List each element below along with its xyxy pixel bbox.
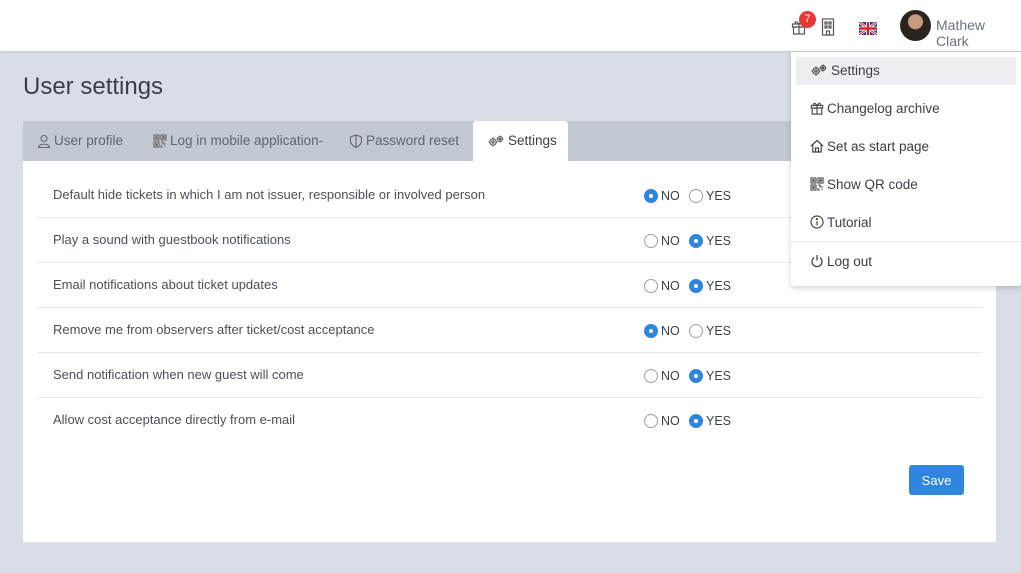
avatar[interactable] xyxy=(900,10,931,41)
user-icon xyxy=(37,134,51,149)
setting-label: Play a sound with guestbook notification… xyxy=(53,232,291,247)
top-bar: 7 Mathew Clark xyxy=(0,0,1021,52)
radio-button[interactable] xyxy=(689,234,703,248)
radio-yes-label: YES xyxy=(706,414,732,428)
menu-item-qr-code[interactable]: Show QR code xyxy=(796,171,1016,199)
radio-yes[interactable]: YES xyxy=(689,234,731,248)
radio-button[interactable] xyxy=(689,189,703,203)
tab-label: User profile xyxy=(54,133,124,148)
home-icon xyxy=(810,139,824,153)
tab-label: Password reset xyxy=(366,133,460,148)
radio-no[interactable]: NO xyxy=(644,369,680,383)
radio-button[interactable] xyxy=(644,369,658,383)
power-icon xyxy=(811,255,823,268)
setting-label: Email notifications about ticket updates xyxy=(53,277,278,292)
tab-user-profile[interactable]: User profile xyxy=(23,121,123,161)
setting-label: Allow cost acceptance directly from e-ma… xyxy=(53,412,296,427)
radio-no[interactable]: NO xyxy=(644,279,680,293)
menu-item-label: Log out xyxy=(827,254,873,269)
tab-settings[interactable]: Settings xyxy=(473,121,568,161)
menu-divider xyxy=(791,241,1021,242)
info-icon xyxy=(810,215,824,229)
setting-label: Send notification when new guest will co… xyxy=(53,367,304,382)
radio-yes[interactable]: YES xyxy=(689,324,731,338)
radio-button[interactable] xyxy=(644,189,658,203)
radio-yes-label: YES xyxy=(706,234,732,248)
radio-yes[interactable]: YES xyxy=(689,279,731,293)
radio-yes-label: YES xyxy=(706,279,732,293)
radio-button[interactable] xyxy=(644,414,658,428)
radio-no-label: NO xyxy=(661,279,680,293)
user-menu: Settings Changelog archive Set as start … xyxy=(791,52,1021,286)
save-button[interactable]: Save xyxy=(909,465,964,495)
radio-button[interactable] xyxy=(644,324,658,338)
radio-button[interactable] xyxy=(689,414,703,428)
radio-no[interactable]: NO xyxy=(644,234,680,248)
radio-button[interactable] xyxy=(689,369,703,383)
menu-item-label: Set as start page xyxy=(827,139,930,154)
radio-button[interactable] xyxy=(689,324,703,338)
uk-flag-icon[interactable] xyxy=(858,20,878,37)
tab-label: Log in mobile application- xyxy=(170,133,324,148)
radio-no-label: NO xyxy=(661,189,680,203)
setting-row: Allow cost acceptance directly from e-ma… xyxy=(37,398,982,443)
radio-yes-label: YES xyxy=(706,369,732,383)
page-title: User settings xyxy=(23,73,164,100)
gift-icon xyxy=(810,102,824,115)
menu-item-changelog[interactable]: Changelog archive xyxy=(796,95,1016,123)
gears-icon xyxy=(488,135,504,147)
menu-item-label: Changelog archive xyxy=(827,101,940,116)
radio-yes-label: YES xyxy=(706,324,732,338)
radio-yes[interactable]: YES xyxy=(689,189,731,203)
gears-icon xyxy=(811,64,827,76)
tab-password-reset[interactable]: Password reset xyxy=(335,121,459,161)
radio-no-label: NO xyxy=(661,414,680,428)
radio-yes-label: YES xyxy=(706,189,732,203)
radio-no[interactable]: NO xyxy=(644,189,680,203)
menu-item-label: Show QR code xyxy=(827,177,918,192)
radio-no[interactable]: NO xyxy=(644,324,680,338)
qr-code-icon xyxy=(810,177,824,191)
menu-item-settings[interactable]: Settings xyxy=(796,57,1016,85)
setting-label: Remove me from observers after ticket/co… xyxy=(53,322,375,337)
menu-item-logout[interactable]: Log out xyxy=(796,248,1016,276)
radio-no-label: NO xyxy=(661,234,680,248)
radio-no-label: NO xyxy=(661,324,680,338)
tab-mobile-login[interactable]: Log in mobile application- xyxy=(139,121,323,161)
tab-label: Settings xyxy=(508,133,557,148)
setting-label: Default hide tickets in which I am not i… xyxy=(53,187,486,202)
menu-item-label: Tutorial xyxy=(827,215,872,230)
radio-button[interactable] xyxy=(644,234,658,248)
shield-icon xyxy=(349,134,363,149)
notification-badge[interactable]: 7 xyxy=(799,11,816,28)
menu-item-label: Settings xyxy=(831,63,880,78)
radio-yes[interactable]: YES xyxy=(689,369,731,383)
radio-button[interactable] xyxy=(689,279,703,293)
menu-item-start-page[interactable]: Set as start page xyxy=(796,133,1016,161)
setting-row: Send notification when new guest will co… xyxy=(37,353,982,398)
radio-yes[interactable]: YES xyxy=(689,414,731,428)
radio-no-label: NO xyxy=(661,369,680,383)
building-icon[interactable] xyxy=(821,18,835,36)
menu-item-tutorial[interactable]: Tutorial xyxy=(796,209,1016,237)
radio-no[interactable]: NO xyxy=(644,414,680,428)
setting-row: Remove me from observers after ticket/co… xyxy=(37,308,982,353)
radio-button[interactable] xyxy=(644,279,658,293)
qr-code-icon xyxy=(153,134,167,148)
user-name[interactable]: Mathew Clark xyxy=(936,17,1021,49)
